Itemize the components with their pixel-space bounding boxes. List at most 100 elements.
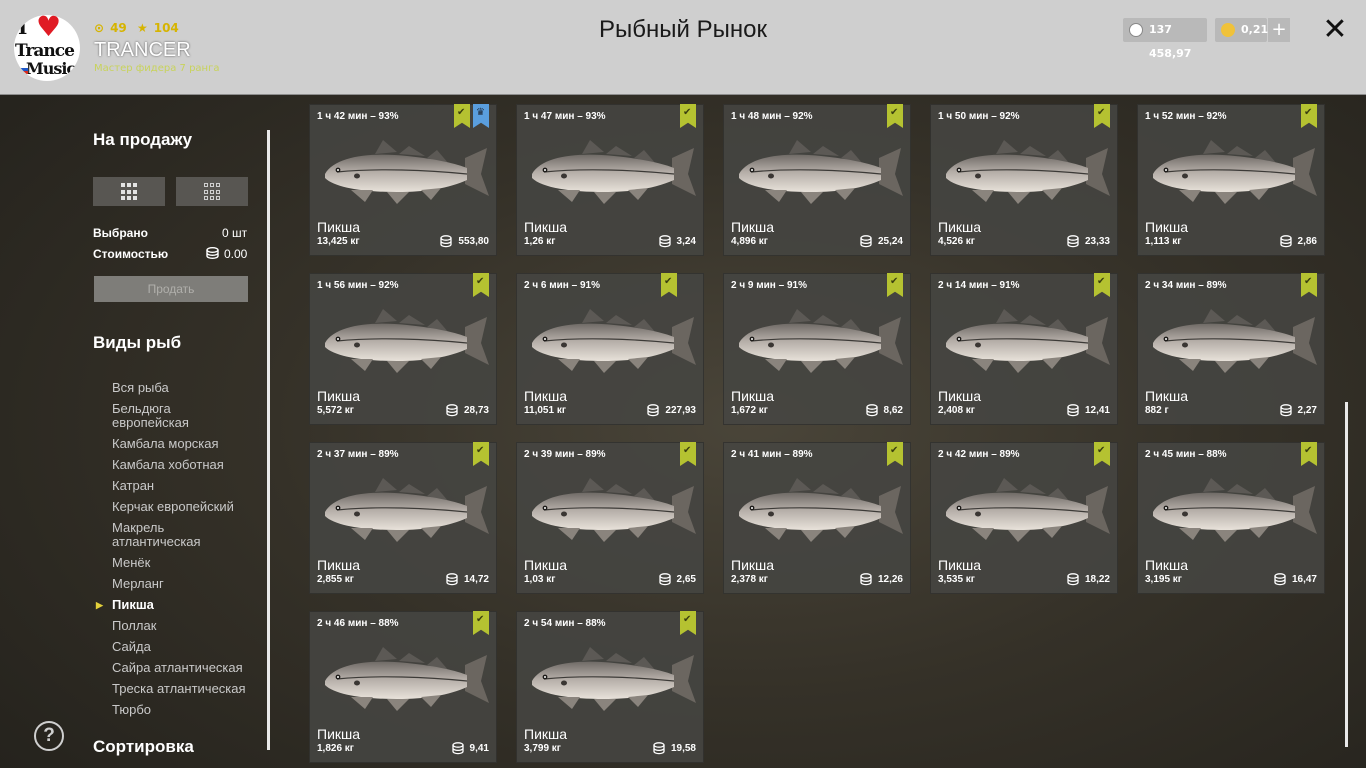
fish-weight: 1,826 кг [317,743,354,754]
fish-image [524,303,696,381]
species-item[interactable]: Камбала морская [112,437,262,451]
fish-price: 19,58 [670,743,696,754]
haddock-fish-icon [1153,140,1317,204]
coin-icon [860,571,872,586]
species-item[interactable]: Сайда [112,640,262,654]
fish-card[interactable]: 1 ч 48 мин – 92% Пикша 4,896 кг 25,24 ✔ [723,104,911,256]
species-item[interactable]: Катран [112,479,262,493]
fish-name: Пикша [1145,219,1189,235]
coin-icon [865,402,878,417]
fish-name: Пикша [524,219,568,235]
fish-card[interactable]: 2 ч 9 мин – 91% Пикша 1,672 кг 8,62 ✔ [723,273,911,425]
catch-time: 2 ч 46 мин – 88% [317,618,399,629]
catch-time: 1 ч 47 мин – 93% [524,111,606,122]
haddock-fish-icon [532,140,696,204]
fish-card[interactable]: 2 ч 6 мин – 91% Пикша 11,051 кг 227,93✔★ [516,273,704,425]
species-item[interactable]: Пикша [96,598,262,613]
fish-price: 8,62 [883,405,903,416]
fish-card[interactable]: 1 ч 56 мин – 92% Пикша 5,572 кг 28,73 ✔ [309,273,497,425]
fish-weight: 2,855 кг [317,574,354,585]
species-item[interactable]: Треска атлантическая [112,682,262,696]
species-item[interactable]: Макрель атлантическая [112,521,262,549]
catch-time: 2 ч 45 мин – 88% [1145,449,1227,460]
check-badge-icon: ✔ [661,273,677,297]
fish-card[interactable]: 1 ч 42 мин – 93% Пикша 13,425 кг 553,80 ✔… [309,104,497,256]
fish-weight: 2,378 кг [731,574,768,585]
close-icon[interactable]: ✕ [1320,14,1350,46]
gold-coin-icon [1221,23,1235,37]
coin-icon [1067,402,1079,417]
haddock-fish-icon [739,478,903,542]
haddock-fish-icon [325,309,489,373]
add-gold-button[interactable]: + [1268,18,1290,42]
fish-weight: 4,526 кг [938,236,975,247]
check-badge-icon: ✔ [473,611,489,635]
fish-card[interactable]: 1 ч 52 мин – 92% Пикша 1,113 кг 2,86 ✔ [1137,104,1325,256]
fish-card[interactable]: 1 ч 47 мин – 93% Пикша 1,26 кг 3,24 ✔ [516,104,704,256]
catch-time: 1 ч 52 мин – 92% [1145,111,1227,122]
fish-name: Пикша [317,726,361,742]
fish-price: 227,93 [665,405,696,416]
fish-card[interactable]: 2 ч 41 мин – 89% Пикша 2,378 кг 12,26 ✔ [723,442,911,594]
catch-time: 2 ч 41 мин – 89% [731,449,813,460]
species-item[interactable]: Камбала хоботная [112,458,262,472]
check-badge-icon: ✔ [887,104,903,128]
fish-name: Пикша [731,219,775,235]
haddock-fish-icon [532,309,696,373]
fish-card[interactable]: 2 ч 34 мин – 89% Пикша 882 г 2,27 ✔ [1137,273,1325,425]
haddock-fish-icon [1153,478,1317,542]
haddock-fish-icon [532,478,696,542]
crown-badge-icon: ♛ [473,104,489,128]
grid-large-icon [121,183,139,201]
species-item[interactable]: Менёк [112,556,262,570]
fish-card[interactable]: 2 ч 37 мин – 89% Пикша 2,855 кг 14,72 ✔ [309,442,497,594]
fish-weight: 4,896 кг [731,236,768,247]
fish-card[interactable]: 2 ч 39 мин – 89% Пикша 1,03 кг 2,65 ✔ [516,442,704,594]
haddock-fish-icon [325,647,489,711]
species-item[interactable]: Тюрбо [112,703,262,717]
haddock-fish-icon [532,647,696,711]
coin-icon [1279,402,1292,417]
fish-name: Пикша [938,388,982,404]
species-item[interactable]: Поллак [112,619,262,633]
check-badge-icon: ✔ [1094,442,1110,466]
species-item[interactable]: Вся рыба [112,381,262,395]
fish-card[interactable]: 2 ч 42 мин – 89% Пикша 3,535 кг 18,22 ✔ [930,442,1118,594]
catch-time: 1 ч 56 мин – 92% [317,280,399,291]
fish-card[interactable]: 2 ч 54 мин – 88% Пикша 3,799 кг 19,58 ✔ [516,611,704,763]
fish-name: Пикша [1145,557,1189,573]
fish-card[interactable]: 2 ч 45 мин – 88% Пикша 3,195 кг 16,47 ✔ [1137,442,1325,594]
species-heading: Виды рыб [93,333,182,352]
check-badge-icon: ✔ [1301,273,1317,297]
grid-scrollbar[interactable] [1345,402,1348,747]
grid-view-small-button[interactable] [176,177,248,206]
fish-image [731,134,903,212]
fish-card[interactable]: 2 ч 46 мин – 88% Пикша 1,826 кг 9,41 ✔ [309,611,497,763]
check-badge-icon: ✔ [680,104,696,128]
species-item[interactable]: Мерланг [112,577,262,591]
fish-weight: 1,26 кг [524,236,556,247]
help-button[interactable]: ? [34,721,64,751]
fish-price: 2,86 [1297,236,1317,247]
haddock-fish-icon [325,478,489,542]
sort-heading[interactable]: Сортировка [93,737,194,757]
haddock-fish-icon [946,140,1110,204]
catch-time: 1 ч 48 мин – 92% [731,111,813,122]
cost-value: 0.00 [224,247,248,261]
sell-button[interactable]: Продать [94,276,248,302]
logo-word-music: Music [26,59,76,78]
species-item[interactable]: Бельдюга европейская [112,402,262,430]
species-item[interactable]: Керчак европейский [112,500,262,514]
fish-card[interactable]: 1 ч 50 мин – 92% Пикша 4,526 кг 23,33 ✔ [930,104,1118,256]
catch-time: 2 ч 37 мин – 89% [317,449,399,460]
fish-name: Пикша [317,388,361,404]
sidebar-scrollbar[interactable] [267,130,270,750]
grid-view-large-button[interactable] [93,177,165,206]
fish-name: Пикша [524,557,568,573]
fish-price: 16,47 [1291,574,1317,585]
catch-time: 2 ч 6 мин – 91% [524,280,600,291]
gold-balance: 0,21 [1215,18,1268,42]
fish-card[interactable]: 2 ч 14 мин – 91% Пикша 2,408 кг 12,41 ✔ [930,273,1118,425]
fish-weight: 1,03 кг [524,574,556,585]
species-item[interactable]: Сайра атлантическая [112,661,262,675]
